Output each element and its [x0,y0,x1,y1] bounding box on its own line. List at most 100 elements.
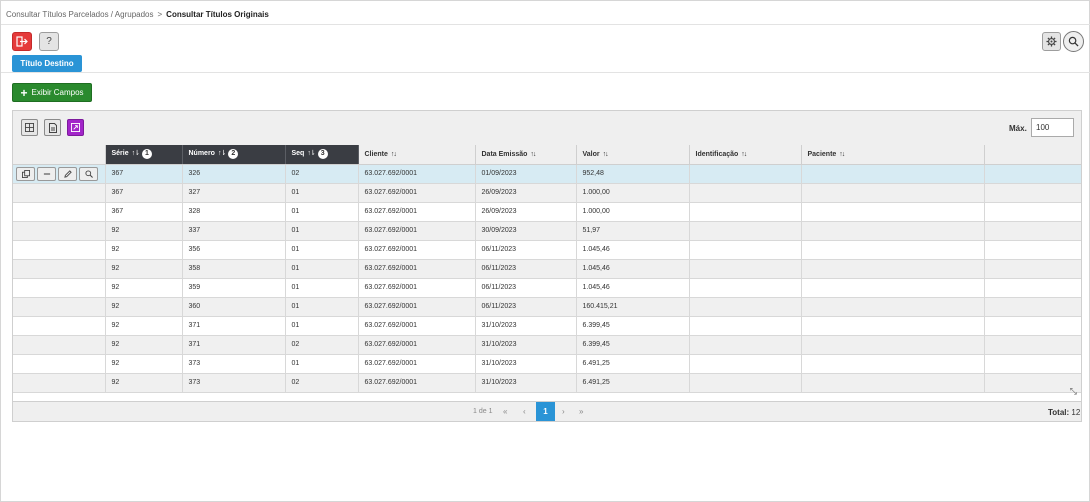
remove-row-button[interactable] [37,166,56,181]
first-page-button[interactable]: « [503,407,507,416]
cell-valor: 6.399,45 [576,316,690,336]
exibir-campos-button[interactable]: + Exibir Campos [12,83,92,102]
titulo-destino-button[interactable]: Título Destino [12,55,82,72]
next-page-button[interactable]: › [562,407,565,416]
row-actions-cell [13,202,106,222]
table-row[interactable]: 92 360 01 63.027.692/0001 06/11/2023 160.415,… [13,297,1081,317]
exit-icon [16,36,28,47]
last-page-button[interactable]: » [579,407,583,416]
table-row[interactable]: 92 356 01 63.027.692/0001 06/11/2023 1.045,46 [13,240,1081,260]
cell-identificacao [689,373,802,393]
cell-paciente [801,240,985,260]
page-info: 1 de 1 [473,408,493,415]
page-frame: Consultar Títulos Parcelados / Agrupados… [0,0,1090,502]
exit-button[interactable] [12,32,32,51]
search-icon [1068,36,1079,47]
cell-cliente: 63.027.692/0001 [358,297,476,317]
sort-order-badge: 1 [142,149,152,160]
cell-numero: 328 [182,202,286,222]
edit-row-button[interactable] [58,166,77,181]
total-value: 12 [1071,408,1081,417]
column-label: Identificação [695,150,739,158]
cell-cliente: 63.027.692/0001 [358,335,476,355]
cell-cliente: 63.027.692/0001 [358,221,476,241]
search-button[interactable] [1063,31,1084,52]
copy-row-button[interactable] [16,166,35,181]
row-filler [984,164,1081,184]
cell-identificacao [689,259,802,279]
cell-numero: 337 [182,221,286,241]
view-row-button[interactable] [79,166,98,181]
breadcrumb-parent-link[interactable]: Consultar Títulos Parcelados / Agrupados [6,10,154,19]
grid-layout-button[interactable] [21,119,38,136]
table-row[interactable]: 92 359 01 63.027.692/0001 06/11/2023 1.045,46 [13,278,1081,298]
cell-data-emissao: 06/11/2023 [475,240,577,260]
column-label: Valor [582,150,600,158]
sort-order-badge: 3 [317,149,328,160]
cell-numero: 358 [182,259,286,279]
column-header-paciente[interactable]: Paciente ↑↓ [801,145,985,165]
max-label: Máx. [1009,124,1027,133]
export-image-button[interactable] [67,119,84,136]
column-header-cliente[interactable]: Cliente ↑↓ [358,145,476,165]
sort-icon: ↑⇂ [307,150,315,158]
table-row[interactable]: 367 327 01 63.027.692/0001 26/09/2023 1.000,0… [13,183,1081,203]
cell-numero: 326 [182,164,286,184]
cell-valor: 1.045,46 [576,240,690,260]
sort-order-badge: 2 [228,149,239,160]
document-icon [48,122,57,133]
table-row[interactable]: 367 326 02 63.027.692/0001 01/09/2023 952,48 [13,164,1081,184]
row-filler [984,354,1081,374]
column-header-data-emissao[interactable]: Data Emissão ↑↓ [475,145,577,165]
table-row[interactable]: 92 373 02 63.027.692/0001 31/10/2023 6.491,25 [13,373,1081,393]
grid-panel: Máx. 100 Série ↑⇂ 1 Número ↑⇂ 2 Seq ↑⇂ 3 Clien… [12,110,1082,422]
column-header-seq[interactable]: Seq ↑⇂ 3 [285,145,359,165]
column-label: Número [188,150,215,158]
cell-paciente [801,183,985,203]
table-row[interactable]: 92 371 02 63.027.692/0001 31/10/2023 6.399,45 [13,335,1081,355]
resize-handle-icon[interactable]: ⤡ [1070,386,1077,397]
export-pdf-button[interactable] [44,119,61,136]
grid-layout-icon [25,123,34,132]
max-input[interactable]: 100 [1031,118,1074,137]
cell-numero: 371 [182,316,286,336]
cell-paciente [801,373,985,393]
help-button[interactable]: ? [39,32,59,51]
column-header-numero[interactable]: Número ↑⇂ 2 [182,145,286,165]
column-header-valor[interactable]: Valor ↑↓ [576,145,690,165]
cell-seq: 01 [285,240,359,260]
row-actions-cell [13,240,106,260]
cell-paciente [801,164,985,184]
table-header-row: Série ↑⇂ 1 Número ↑⇂ 2 Seq ↑⇂ 3 Cliente ↑↓ Data… [13,145,1081,165]
table-row[interactable]: 92 371 01 63.027.692/0001 31/10/2023 6.399,45 [13,316,1081,336]
cell-identificacao [689,221,802,241]
cell-seq: 01 [285,278,359,298]
cell-cliente: 63.027.692/0001 [358,202,476,222]
cell-data-emissao: 31/10/2023 [475,335,577,355]
column-header-serie[interactable]: Série ↑⇂ 1 [105,145,183,165]
cell-valor: 1.000,00 [576,183,690,203]
cell-paciente [801,297,985,317]
column-header-identificacao[interactable]: Identificação ↑↓ [689,145,802,165]
table-row[interactable]: 92 373 01 63.027.692/0001 31/10/2023 6.491,25 [13,354,1081,374]
row-filler [984,335,1081,355]
cell-valor: 952,48 [576,164,690,184]
cell-seq: 01 [285,259,359,279]
row-actions-cell [13,278,106,298]
current-page-button[interactable]: 1 [536,402,555,421]
column-label: Paciente [807,150,837,158]
table-row[interactable]: 367 328 01 63.027.692/0001 26/09/2023 1.000,0… [13,202,1081,222]
cell-data-emissao: 06/11/2023 [475,259,577,279]
cell-valor: 1.000,00 [576,202,690,222]
table-row[interactable]: 92 358 01 63.027.692/0001 06/11/2023 1.045,46 [13,259,1081,279]
prev-page-button[interactable]: ‹ [523,407,526,416]
image-export-icon [71,123,80,132]
cell-identificacao [689,240,802,260]
settings-button[interactable] [1042,32,1061,51]
total-label: Total: [1048,408,1070,417]
breadcrumb-separator: > [157,10,163,19]
table-row[interactable]: 92 337 01 63.027.692/0001 30/09/2023 51,97 [13,221,1081,241]
header-filler [984,145,1081,165]
cell-valor: 1.045,46 [576,259,690,279]
column-label: Série [111,150,129,158]
